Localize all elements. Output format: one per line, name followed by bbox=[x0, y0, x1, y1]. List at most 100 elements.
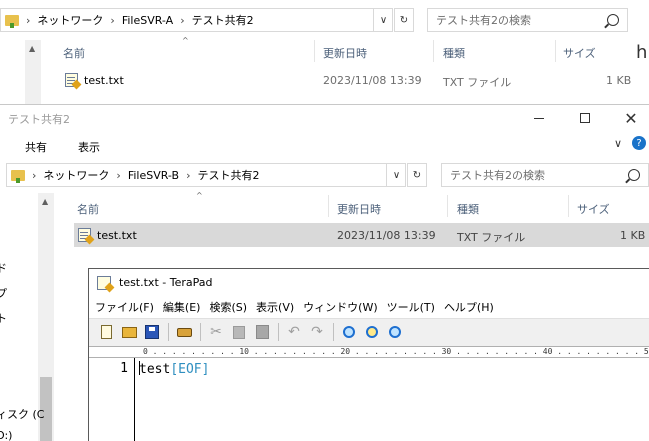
menu-edit[interactable]: 編集(E) bbox=[163, 299, 201, 315]
file-size: 1 KB bbox=[620, 229, 646, 242]
find-next-button[interactable] bbox=[363, 323, 381, 341]
file-type: TXT ファイル bbox=[443, 76, 512, 89]
paste-button[interactable] bbox=[253, 323, 271, 341]
menu-search[interactable]: 検索(S) bbox=[209, 299, 247, 315]
menu-file[interactable]: ファイル(F) bbox=[95, 299, 154, 315]
column-header-size[interactable]: サイズ bbox=[563, 45, 596, 61]
minimize-button[interactable] bbox=[526, 106, 552, 130]
editor-area[interactable]: 1 test[EOF] bbox=[89, 358, 649, 441]
cut-button[interactable]: ✂ bbox=[207, 323, 225, 341]
text-file-icon bbox=[78, 228, 91, 242]
breadcrumb-server[interactable]: FileSVR-B bbox=[128, 169, 179, 182]
close-icon: ✕ bbox=[624, 108, 638, 128]
help-icon[interactable]: ? bbox=[632, 136, 646, 150]
breadcrumb-share[interactable]: テスト共有2 bbox=[197, 167, 259, 183]
find-prev-button[interactable] bbox=[386, 323, 404, 341]
print-button[interactable] bbox=[175, 323, 193, 341]
column-header-type[interactable]: 種類 bbox=[457, 201, 479, 217]
terapad-window: test.txt - TeraPad ファイル(F) 編集(E) 検索(S) 表… bbox=[88, 268, 649, 441]
ribbon-expand-icon[interactable]: ∨ bbox=[614, 137, 622, 150]
toolbar-separator bbox=[278, 323, 279, 341]
refresh-button[interactable]: ↻ bbox=[407, 163, 427, 187]
scroll-up-icon[interactable]: ▲ bbox=[42, 197, 48, 206]
menu-window[interactable]: ウィンドウ(W) bbox=[303, 299, 377, 315]
redo-icon: ↷ bbox=[311, 324, 323, 340]
title-bar[interactable]: test.txt - TeraPad bbox=[89, 269, 649, 296]
file-size: 1 KB bbox=[606, 74, 632, 87]
nav-item-fragment[interactable]: ト bbox=[0, 310, 7, 326]
scissors-icon: ✂ bbox=[210, 324, 222, 340]
search-icon bbox=[628, 169, 640, 181]
column-header-date[interactable]: 更新日時 bbox=[323, 45, 367, 61]
column-header-size[interactable]: サイズ bbox=[577, 201, 610, 217]
nav-item-fragment[interactable]: ィスク (C bbox=[0, 406, 44, 422]
toolbar-separator bbox=[200, 323, 201, 341]
column-header-date[interactable]: 更新日時 bbox=[337, 201, 381, 217]
magnifier-icon bbox=[343, 326, 355, 338]
printer-icon bbox=[176, 327, 192, 337]
column-header-name[interactable]: 名前 bbox=[77, 201, 99, 217]
new-file-icon bbox=[100, 325, 112, 339]
open-folder-icon bbox=[121, 326, 137, 338]
column-header-type[interactable]: 種類 bbox=[443, 45, 465, 61]
chevron-right-icon: › bbox=[180, 13, 185, 27]
sort-indicator-icon: ^ bbox=[196, 191, 203, 200]
paste-icon bbox=[255, 325, 269, 339]
ruler-scale: 0 . . . . . . . . . 10 . . . . . . . . .… bbox=[143, 347, 649, 356]
column-header-name[interactable]: 名前 bbox=[63, 45, 85, 61]
menu-help[interactable]: ヘルプ(H) bbox=[444, 299, 494, 315]
search-input[interactable]: テスト共有2の検索 bbox=[427, 8, 628, 32]
window-title: test.txt - TeraPad bbox=[119, 276, 213, 289]
menu-bar: ファイル(F) 編集(E) 検索(S) 表示(V) ウィンドウ(W) ツール(T… bbox=[89, 296, 649, 318]
find-button[interactable] bbox=[340, 323, 358, 341]
line-number-gutter: 1 bbox=[89, 358, 135, 441]
file-date: 2023/11/08 13:39 bbox=[337, 229, 436, 242]
history-dropdown-button[interactable]: ∨ bbox=[386, 163, 406, 187]
magnifier-prev-icon bbox=[389, 326, 401, 338]
breadcrumb-share[interactable]: テスト共有2 bbox=[192, 12, 254, 28]
file-date: 2023/11/08 13:39 bbox=[323, 74, 422, 87]
table-row-selected[interactable]: test.txt 2023/11/08 13:39 TXT ファイル 1 KB bbox=[74, 223, 649, 247]
open-file-button[interactable] bbox=[120, 323, 138, 341]
nav-item-fragment[interactable]: O:) bbox=[0, 429, 12, 441]
column-divider bbox=[328, 195, 329, 217]
refresh-button[interactable]: ↻ bbox=[394, 8, 414, 32]
nav-item-fragment[interactable]: ド bbox=[0, 260, 7, 276]
folder-icon bbox=[11, 169, 25, 183]
menu-view[interactable]: 表示(V) bbox=[256, 299, 294, 315]
ribbon-tab-share[interactable]: 共有 bbox=[25, 139, 47, 155]
address-bar[interactable]: › ネットワーク › FileSVR-A › テスト共有2 bbox=[0, 8, 393, 32]
breadcrumb-server[interactable]: FileSVR-A bbox=[122, 14, 173, 27]
file-name: test.txt bbox=[84, 74, 124, 87]
copy-button[interactable] bbox=[230, 323, 248, 341]
explorer-window-filesvr-a: › ネットワーク › FileSVR-A › テスト共有2 ∨ ↻ テスト共有2… bbox=[0, 0, 649, 104]
breadcrumb-network[interactable]: ネットワーク bbox=[37, 12, 103, 28]
scroll-up-icon[interactable]: ▲ bbox=[29, 44, 35, 53]
copy-icon bbox=[233, 325, 245, 339]
column-ruler: 0 . . . . . . . . . 10 . . . . . . . . .… bbox=[89, 346, 649, 358]
window-title: テスト共有2 bbox=[8, 113, 70, 126]
nav-item-fragment[interactable]: プ bbox=[0, 285, 7, 301]
ribbon-tab-view[interactable]: 表示 bbox=[78, 139, 100, 155]
file-type: TXT ファイル bbox=[457, 231, 526, 244]
menu-tools[interactable]: ツール(T) bbox=[387, 299, 435, 315]
save-button[interactable] bbox=[143, 323, 161, 341]
editor-text[interactable]: test[EOF] bbox=[139, 361, 209, 377]
line-number: 1 bbox=[120, 361, 128, 376]
new-file-button[interactable] bbox=[97, 323, 115, 341]
toolbar-separator bbox=[168, 323, 169, 341]
search-icon bbox=[607, 14, 619, 26]
undo-button[interactable]: ↶ bbox=[285, 323, 303, 341]
maximize-button[interactable] bbox=[572, 106, 598, 130]
history-dropdown-button[interactable]: ∨ bbox=[373, 8, 393, 32]
close-button[interactable]: ✕ bbox=[618, 106, 644, 130]
search-input[interactable]: テスト共有2の検索 bbox=[441, 163, 649, 187]
minimize-icon bbox=[534, 117, 544, 119]
redo-button[interactable]: ↷ bbox=[308, 323, 326, 341]
folder-icon bbox=[5, 14, 19, 28]
address-bar[interactable]: › ネットワーク › FileSVR-B › テスト共有2 bbox=[6, 163, 406, 187]
text-file-icon bbox=[65, 73, 78, 87]
eof-marker: [EOF] bbox=[170, 362, 210, 377]
breadcrumb-network[interactable]: ネットワーク bbox=[43, 167, 109, 183]
editor-content: test bbox=[139, 362, 171, 377]
